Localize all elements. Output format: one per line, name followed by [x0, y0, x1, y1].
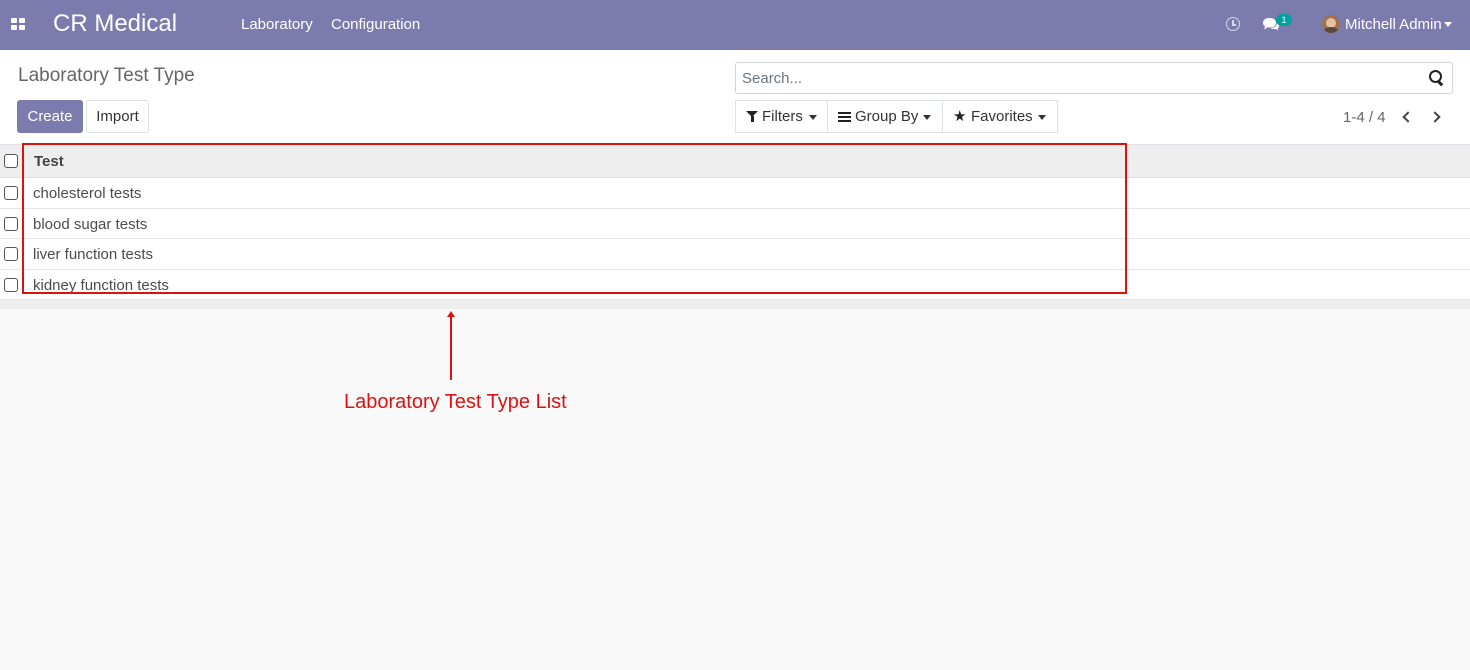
user-avatar[interactable] — [1322, 15, 1340, 33]
pager-value[interactable]: 1-4 / 4 — [1343, 109, 1386, 126]
favorites-button[interactable]: ★ Favorites — [942, 100, 1058, 133]
row-test-name: blood sugar tests — [33, 215, 148, 233]
create-button[interactable]: Create — [17, 100, 83, 133]
user-menu-caret-icon[interactable] — [1444, 22, 1452, 27]
user-menu[interactable]: Mitchell Admin — [1345, 16, 1442, 33]
search-box[interactable] — [735, 62, 1453, 94]
table-row[interactable]: kidney function tests — [0, 269, 1470, 300]
apps-menu-icon[interactable] — [11, 18, 25, 30]
menu-laboratory[interactable]: Laboratory — [241, 16, 313, 33]
row-checkbox[interactable] — [4, 277, 18, 292]
import-button[interactable]: Import — [86, 100, 149, 133]
breadcrumb: Laboratory Test Type — [18, 65, 195, 86]
table-footer — [0, 300, 1470, 309]
row-checkbox[interactable] — [4, 186, 18, 200]
annotation-label: Laboratory Test Type List — [344, 391, 567, 413]
filters-caret-icon — [809, 115, 817, 120]
search-input[interactable] — [742, 70, 1402, 87]
pager-next-icon[interactable] — [1431, 112, 1441, 122]
row-test-name: cholesterol tests — [33, 185, 142, 202]
row-checkbox[interactable] — [4, 216, 18, 231]
group-by-bars-icon — [838, 112, 851, 122]
app-brand[interactable]: CR Medical — [53, 10, 177, 38]
activity-clock-icon[interactable] — [1226, 17, 1240, 31]
control-panel: Laboratory Test Type Create Import Filte… — [0, 50, 1470, 145]
favorites-label: Favorites — [971, 108, 1033, 125]
table-row[interactable]: liver function tests — [0, 239, 1470, 270]
annotation-arrow-icon — [447, 311, 455, 380]
row-test-name: kidney function tests — [33, 276, 169, 294]
messaging-badge: 1 — [1276, 14, 1292, 26]
filters-label: Filters — [762, 108, 803, 125]
filters-button[interactable]: Filters — [735, 100, 828, 133]
menu-configuration[interactable]: Configuration — [331, 16, 420, 33]
group-by-caret-icon — [923, 115, 931, 120]
favorites-caret-icon — [1038, 115, 1046, 120]
pager-previous-icon[interactable] — [1401, 112, 1411, 122]
list-table: Test cholesterol tests blood sugar tests… — [0, 145, 1470, 309]
table-row[interactable]: cholesterol tests — [0, 178, 1470, 209]
search-icon[interactable] — [1429, 70, 1444, 85]
star-icon: ★ — [953, 108, 967, 125]
row-checkbox[interactable] — [4, 247, 18, 261]
group-by-label: Group By — [855, 108, 919, 125]
top-navbar: CR Medical Laboratory Configuration 1 Mi… — [0, 0, 1470, 50]
table-header: Test — [0, 145, 1470, 178]
row-test-name: liver function tests — [33, 246, 154, 263]
column-header-test[interactable]: Test — [34, 153, 64, 170]
group-by-button[interactable]: Group By — [827, 100, 943, 133]
select-all-checkbox[interactable] — [4, 154, 18, 168]
table-row[interactable]: blood sugar tests — [0, 208, 1470, 239]
filter-funnel-icon — [746, 111, 758, 122]
